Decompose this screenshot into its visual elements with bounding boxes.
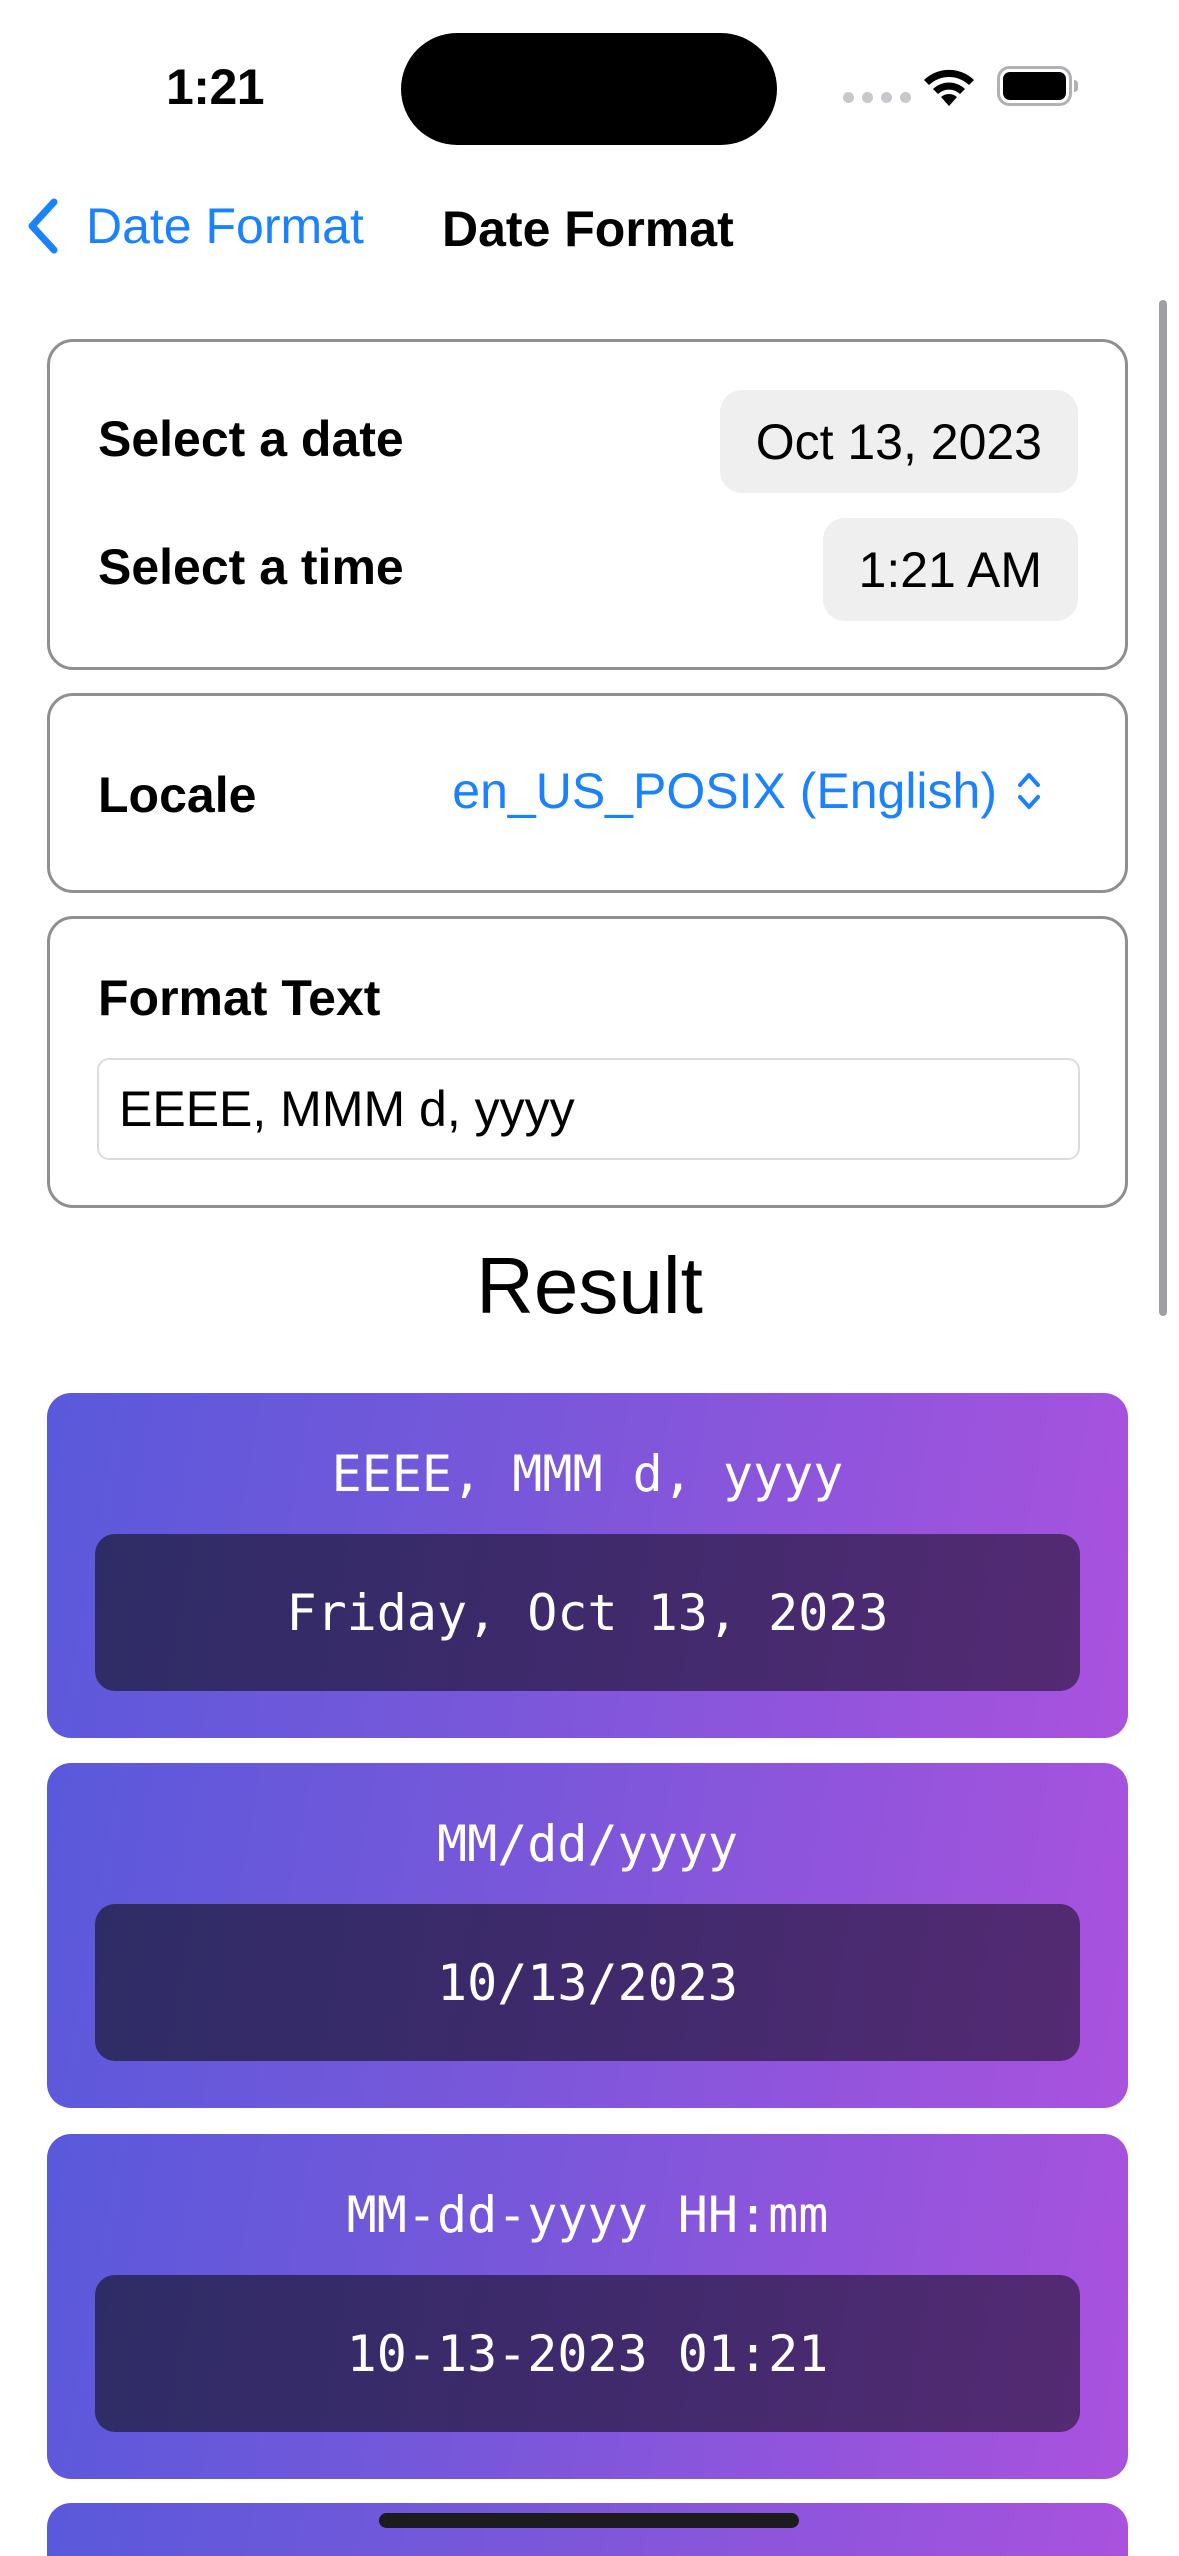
result-output: 10-13-2023 01:21 [95, 2275, 1080, 2432]
result-pattern: EEEE, MMM d, yyyy [331, 1445, 844, 1503]
back-button-label: Date Format [86, 198, 364, 254]
back-button[interactable]: Date Format [24, 196, 364, 256]
dynamic-island [401, 33, 777, 145]
status-time: 1:21 [166, 59, 265, 115]
result-pattern: MM/dd/yyyy [436, 1815, 739, 1873]
locale-card: Locale en_US_POSIX (English) [47, 693, 1128, 893]
scroll-indicator[interactable] [1159, 300, 1167, 1316]
wifi-icon [924, 69, 974, 106]
time-picker-button[interactable]: 1:21 AM [822, 518, 1078, 621]
select-time-label: Select a time [98, 539, 404, 595]
result-card: EEEE, MMM d, yyyy Friday, Oct 13, 2023 [47, 1393, 1128, 1738]
format-text-input[interactable]: EEEE, MMM d, yyyy [97, 1058, 1080, 1160]
format-card: Format Text EEEE, MMM d, yyyy [47, 916, 1128, 1208]
locale-picker[interactable]: en_US_POSIX (English) [452, 762, 1043, 820]
chevron-left-icon [28, 198, 58, 254]
home-indicator[interactable] [379, 2513, 799, 2528]
result-pattern: MM-dd-yyyy HH:mm [346, 2186, 829, 2244]
chevron-up-down-icon [1018, 773, 1040, 809]
result-output: Friday, Oct 13, 2023 [95, 1534, 1080, 1691]
select-date-label: Select a date [98, 411, 404, 467]
result-card-partial [47, 2503, 1128, 2556]
locale-label: Locale [98, 767, 257, 823]
result-card: MM-dd-yyyy HH:mm 10-13-2023 01:21 [47, 2134, 1128, 2479]
result-output: 10/13/2023 [95, 1904, 1080, 2061]
date-time-card: Select a date Oct 13, 2023 Select a time… [47, 339, 1128, 670]
result-heading: Result [476, 1241, 703, 1330]
locale-picker-value: en_US_POSIX (English) [452, 763, 997, 819]
result-card: MM/dd/yyyy 10/13/2023 [47, 1763, 1128, 2108]
battery-icon [997, 66, 1078, 106]
page-title: Date Format [442, 201, 734, 257]
date-picker-button[interactable]: Oct 13, 2023 [719, 390, 1078, 493]
format-text-label: Format Text [98, 970, 381, 1026]
cellular-signal-icon [843, 92, 911, 103]
